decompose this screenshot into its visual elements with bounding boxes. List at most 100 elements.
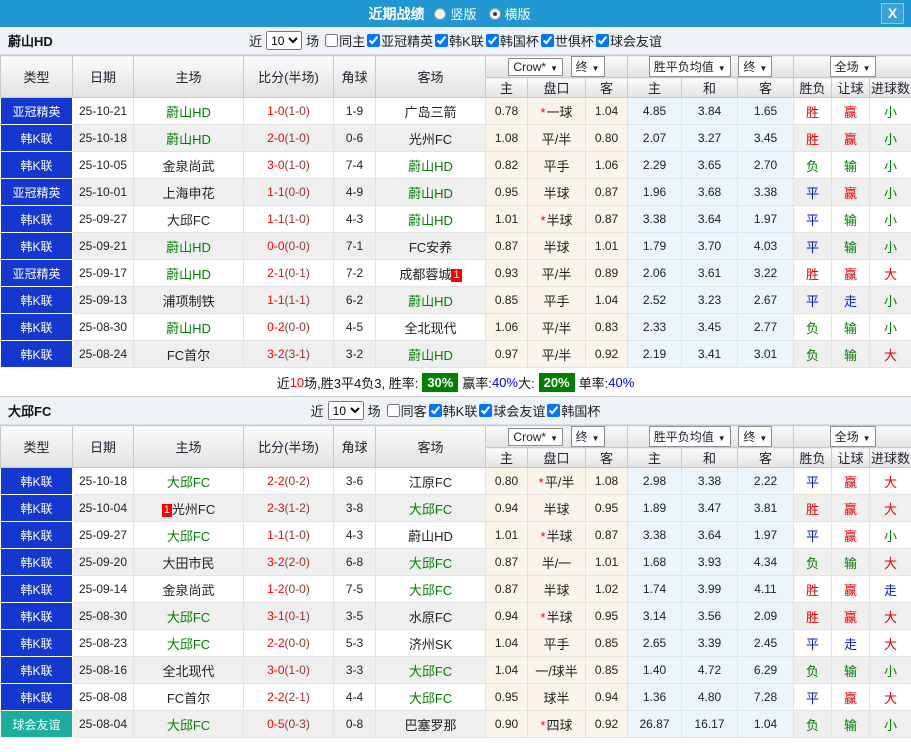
corner-cell: 0-8 bbox=[333, 710, 376, 738]
same-venue-checkbox[interactable]: 同客 bbox=[386, 401, 427, 420]
match-row: 韩K联 25-10-18 大邱FC 2-2(0-2) 3-6 江原FC 0.80 *平/半 1.… bbox=[0, 467, 911, 495]
fulltime-score: 0-5 bbox=[267, 717, 285, 731]
avg-time-dropdown[interactable]: 终 ▼ bbox=[738, 426, 773, 447]
league-checkbox-input[interactable] bbox=[595, 34, 609, 47]
wdl-result-cell: 胜 bbox=[793, 259, 833, 287]
result-label: 小 bbox=[884, 185, 898, 201]
fulltime-score: 2-1 bbox=[267, 266, 285, 280]
league-type-cell: 韩K联 bbox=[0, 232, 73, 260]
matches-body: 韩K联 25-10-18 大邱FC 2-2(0-2) 3-6 江原FC 0.80 *平/半 1.… bbox=[0, 467, 911, 738]
score-cell: 1-2(0-0) bbox=[243, 575, 334, 603]
league-checkbox[interactable]: 韩K联 bbox=[435, 31, 484, 50]
league-checkbox[interactable]: 韩国杯 bbox=[547, 401, 600, 420]
result-label: 小 bbox=[884, 293, 898, 309]
goals-result-cell: 大 bbox=[869, 602, 911, 630]
avg-type-dropdown[interactable]: 胜平负均值 ▼ bbox=[648, 426, 731, 447]
sub-col-handicap: 盘口 bbox=[527, 77, 586, 98]
radio-vertical-layout[interactable]: 竖版 bbox=[434, 4, 477, 23]
away-team-cell: 蔚山HD bbox=[375, 151, 486, 179]
odds-away-cell: 0.95 bbox=[585, 602, 628, 630]
odds-away-cell: 0.85 bbox=[585, 656, 628, 684]
result-label: 赢 bbox=[844, 474, 858, 490]
sub-col-avg-away: 客 bbox=[736, 77, 795, 98]
team-section-ulsan: 蔚山HD 近 10 场 同主 亚冠精英 韩K联 韩国杯 世俱杯 球会友谊 类型 日期 主… bbox=[0, 27, 911, 397]
handicap-result-cell: 走 bbox=[831, 629, 871, 657]
league-checkbox-input[interactable] bbox=[479, 404, 493, 417]
away-team-name: 济州SK bbox=[408, 636, 453, 652]
chevron-down-icon: ▼ bbox=[759, 434, 768, 443]
same-venue-checkbox[interactable]: 同主 bbox=[325, 31, 365, 50]
date-cell: 25-08-24 bbox=[72, 340, 134, 368]
avg-type-dropdown[interactable]: 胜平负均值 ▼ bbox=[648, 56, 731, 77]
avg-away-cell: 2.45 bbox=[736, 629, 795, 657]
fulltime-dropdown[interactable]: 全场 ▼ bbox=[829, 56, 876, 77]
match-row: 球会友谊 25-08-04 大邱FC 0-5(0-3) 0-8 巴塞罗那 0.90 *四球 0.… bbox=[0, 710, 911, 738]
result-label: 大 bbox=[884, 636, 898, 652]
corner-cell: 6-2 bbox=[333, 286, 376, 314]
league-checkbox[interactable]: 球会友谊 bbox=[595, 31, 662, 50]
league-checkbox-input[interactable] bbox=[435, 34, 449, 47]
halftime-score: (0-0) bbox=[284, 582, 310, 596]
odds-home-cell: 0.93 bbox=[485, 259, 528, 287]
result-label: 输 bbox=[844, 320, 858, 336]
close-icon[interactable]: X bbox=[881, 3, 904, 24]
away-team-name: 大邱FC bbox=[408, 582, 453, 598]
date-cell: 25-10-18 bbox=[72, 124, 134, 152]
date-cell: 25-10-04 bbox=[72, 494, 134, 522]
wdl-result-cell: 平 bbox=[793, 178, 833, 206]
league-checkbox[interactable]: 球会友谊 bbox=[479, 401, 545, 420]
match-row: 韩K联 25-09-14 金泉尚武 1-2(0-0) 7-5 大邱FC 0.87 半球 1.02… bbox=[0, 575, 911, 603]
fulltime-score: 3-2 bbox=[267, 555, 285, 569]
score-cell: 1-1(1-1) bbox=[243, 286, 334, 314]
recent-results-panel: 近期战绩 竖版 横版 X 蔚山HD 近 10 场 同主 亚冠精英 韩K联 韩国杯 世俱… bbox=[0, 0, 911, 752]
same-venue-input[interactable] bbox=[386, 404, 400, 417]
league-type-cell: 韩K联 bbox=[0, 575, 73, 603]
match-row: 亚冠精英 25-09-17 蔚山HD 2-1(0-1) 7-2 成都蓉城 1 0.93 平/半 0… bbox=[0, 259, 911, 287]
league-type-cell: 亚冠精英 bbox=[0, 178, 73, 206]
same-venue-input[interactable] bbox=[325, 34, 339, 47]
odds-company-dropdown[interactable]: Crow* ▼ bbox=[508, 428, 564, 446]
matches-label: 场 bbox=[306, 34, 320, 49]
league-checkbox-input[interactable] bbox=[428, 404, 442, 417]
sub-col-handicap: 盘口 bbox=[527, 447, 586, 468]
fulltime-dropdown[interactable]: 全场 ▼ bbox=[829, 426, 876, 447]
radio-horizontal-layout[interactable]: 横版 bbox=[488, 4, 531, 23]
league-checkbox-input[interactable] bbox=[485, 34, 499, 47]
away-team-cell: 全北现代 bbox=[375, 313, 486, 341]
odds-company-dropdown[interactable]: Crow* ▼ bbox=[508, 58, 564, 76]
avg-draw-cell: 3.56 bbox=[681, 602, 738, 630]
handicap-cell: 半/一 bbox=[527, 548, 586, 576]
halftime-score: (0-0) bbox=[284, 185, 310, 199]
result-label: 大 bbox=[884, 609, 898, 625]
goals-result-cell: 小 bbox=[869, 178, 911, 206]
home-team-cell: 全北现代 bbox=[133, 656, 244, 684]
league-checkbox[interactable]: 韩国杯 bbox=[485, 31, 539, 50]
avg-home-cell: 2.19 bbox=[627, 340, 682, 368]
corner-cell: 7-5 bbox=[333, 575, 376, 603]
league-checkbox-input[interactable] bbox=[540, 34, 554, 47]
handicap-cell: 半球 bbox=[527, 178, 586, 206]
home-team-cell: 金泉尚武 bbox=[133, 575, 244, 603]
star-icon: * bbox=[538, 474, 544, 490]
score-cell: 2-0(1-0) bbox=[243, 124, 334, 152]
league-checkbox-input[interactable] bbox=[547, 404, 561, 417]
radio-checked-icon[interactable] bbox=[488, 7, 501, 20]
fulltime-score: 1-1 bbox=[267, 212, 285, 226]
league-checkbox[interactable]: 世俱杯 bbox=[540, 31, 594, 50]
avg-time-dropdown[interactable]: 终 ▼ bbox=[738, 56, 773, 77]
home-team-cell: 大邱FC bbox=[133, 521, 244, 549]
league-checkbox-input[interactable] bbox=[367, 34, 381, 47]
radio-unchecked-icon[interactable] bbox=[434, 7, 447, 20]
result-label: 胜 bbox=[806, 131, 820, 147]
league-checkbox[interactable]: 韩K联 bbox=[428, 401, 477, 420]
match-count-select[interactable]: 10 bbox=[266, 31, 303, 50]
goals-result-cell: 小 bbox=[869, 124, 911, 152]
date-cell: 25-08-30 bbox=[72, 313, 134, 341]
odds-time-dropdown[interactable]: 终 ▼ bbox=[570, 56, 605, 77]
match-count-select[interactable]: 10 bbox=[327, 401, 364, 420]
league-checkbox[interactable]: 亚冠精英 bbox=[367, 31, 433, 50]
avg-home-cell: 2.06 bbox=[627, 259, 682, 287]
league-type-cell: 韩K联 bbox=[0, 340, 73, 368]
away-team-cell: 大邱FC bbox=[375, 575, 486, 603]
odds-time-dropdown[interactable]: 终 ▼ bbox=[570, 426, 605, 447]
